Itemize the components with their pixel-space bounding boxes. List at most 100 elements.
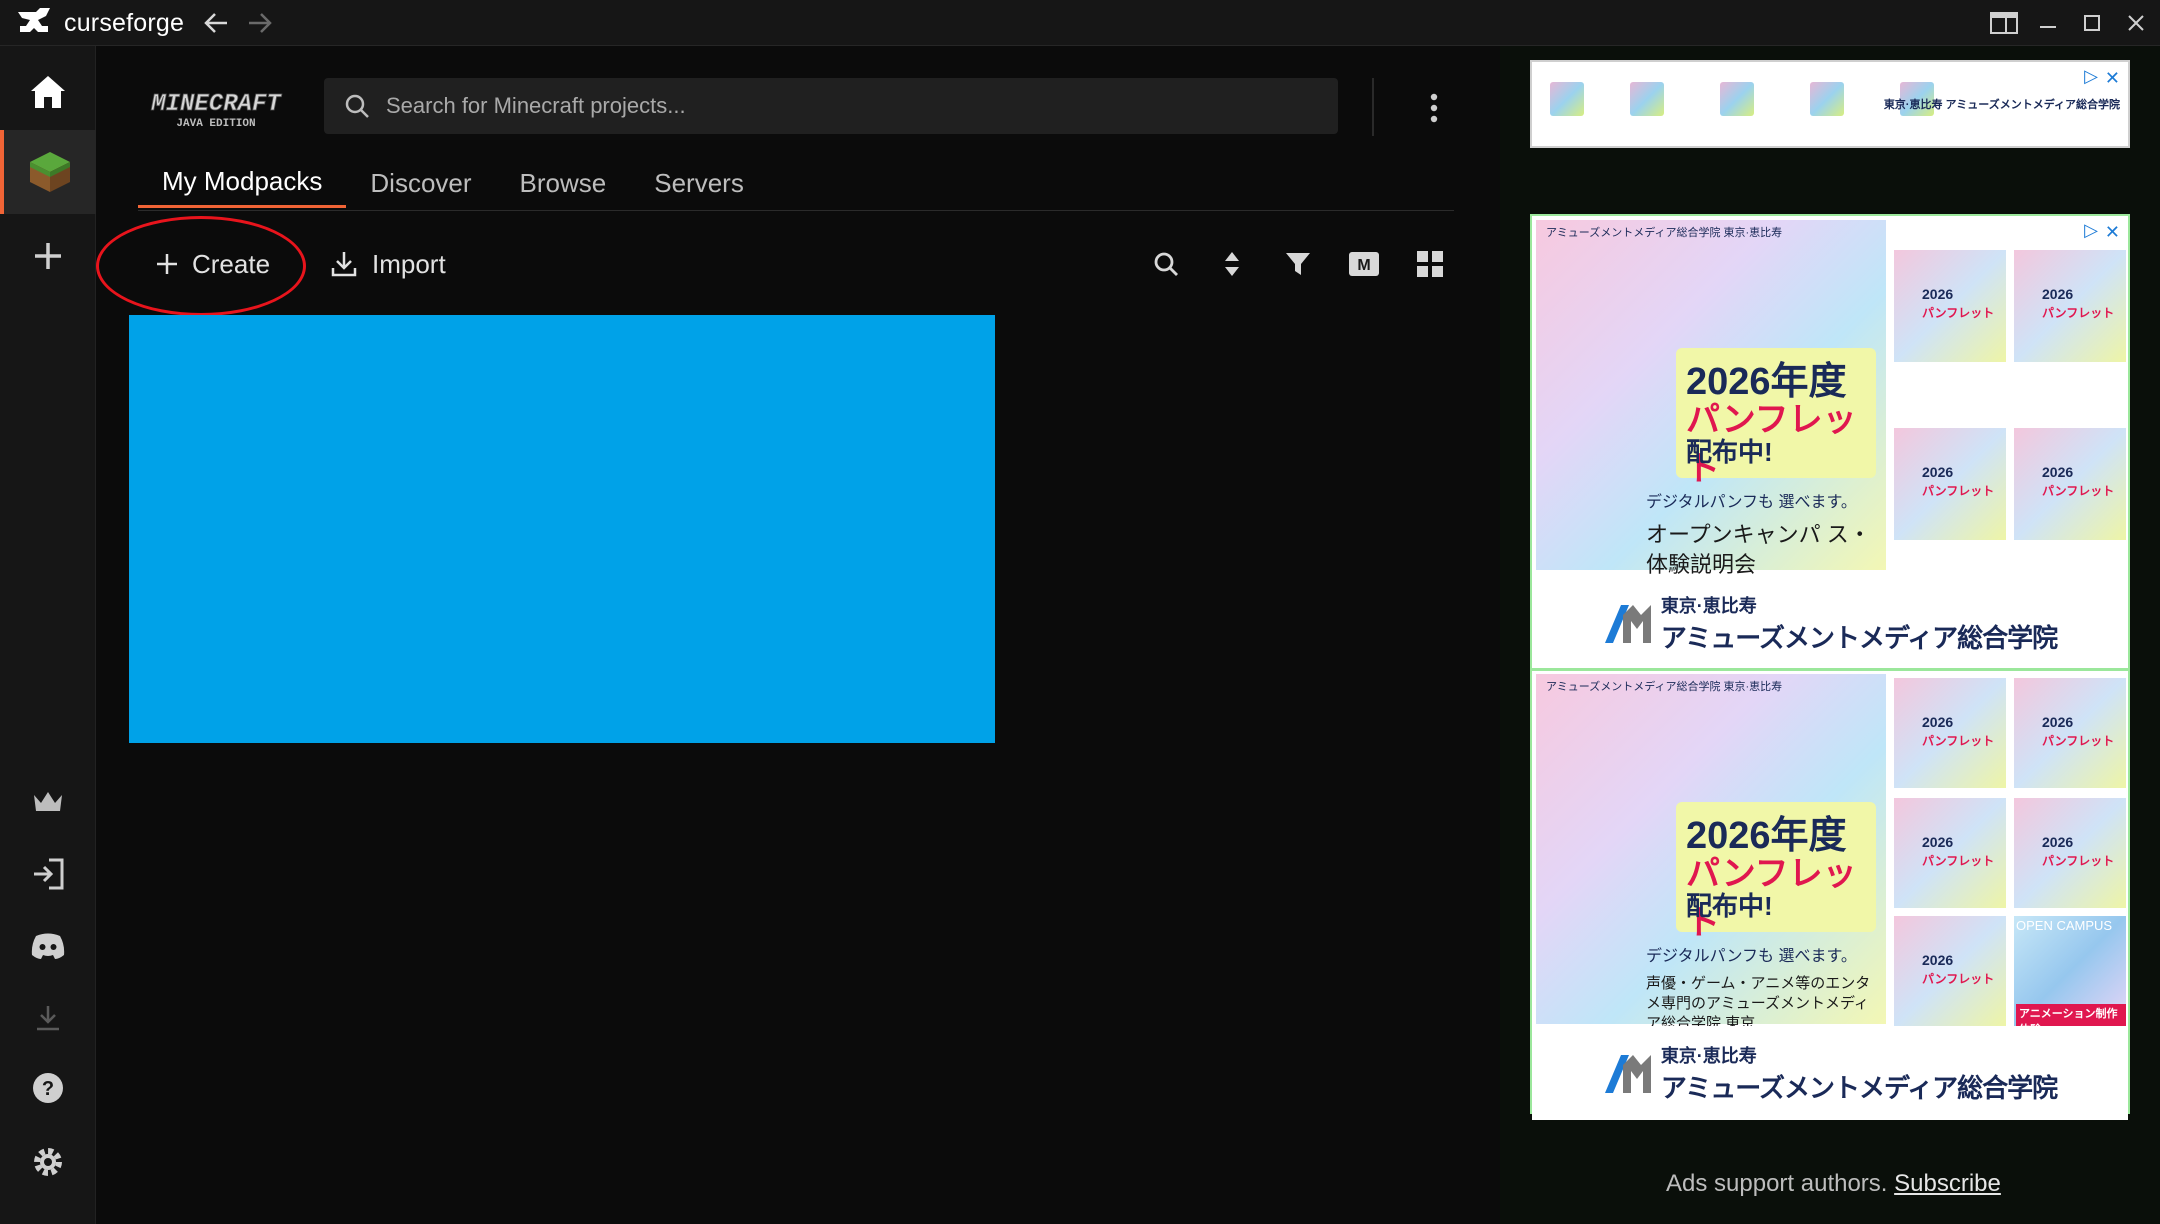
filter-button[interactable] <box>1276 242 1320 286</box>
minecraft-java-logo: MINECRAFT JAVA EDITION <box>150 91 283 130</box>
ad-separator <box>1532 668 2128 671</box>
ad-caption: オープンキャンパ ス・体験説明会 <box>1646 522 1871 577</box>
minecraft-logo-text: MINECRAFT <box>150 91 282 118</box>
view-size-button[interactable]: M <box>1342 242 1386 286</box>
more-options-button[interactable] <box>1414 86 1454 130</box>
create-button[interactable]: Create <box>156 242 270 286</box>
ad-footer: 東京·恵比寿アミューズメントメディア総合学院 <box>1532 576 2128 670</box>
view-size-icon: M <box>1349 252 1379 276</box>
mini-pamphlet: パンフレット <box>1922 734 1995 748</box>
ad-close-icon[interactable]: ✕ <box>2105 222 2120 243</box>
ad-thumbnail <box>1550 82 1584 116</box>
layout-icon <box>1990 12 2018 34</box>
back-button[interactable] <box>196 6 236 40</box>
ad-distribution: 配布中! <box>1686 891 1773 921</box>
search-input[interactable] <box>386 93 1286 119</box>
search-icon <box>1154 252 1178 276</box>
app-title: curseforge <box>64 8 185 37</box>
sidebar-item-add-game[interactable] <box>0 214 96 298</box>
mini-pamphlet: パンフレット <box>1922 484 1995 498</box>
ad-mini-image: 2026 パンフレット <box>1894 678 2006 788</box>
mini-pamphlet: パンフレット <box>1922 972 1995 986</box>
svg-text:?: ? <box>42 1078 54 1100</box>
close-window-button[interactable] <box>2114 6 2158 40</box>
redacted-modpack-area <box>129 315 995 743</box>
ad-footer: 東京·恵比寿 アミューズメントメディア総合学院 <box>1532 1026 2128 1120</box>
import-label: Import <box>372 248 446 279</box>
ad-thumbnail <box>1810 82 1844 116</box>
main-panel: MINECRAFT JAVA EDITION My Modpacks Disco… <box>96 46 1500 1224</box>
maximize-icon <box>2084 15 2100 31</box>
ad-open-campus-image: OPEN CAMPUSアニメーション制作体験 <box>2014 916 2126 1038</box>
ad-hero-image: アミューズメントメディア総合学院 東京·恵比寿 2026年度 パンフレット 配布… <box>1536 220 1886 577</box>
ad-mini-image: 2026 パンフレット <box>1894 428 2006 540</box>
ad-digital-note: デジタルパンフも 選べます。 <box>1646 494 1857 511</box>
search-modpacks-button[interactable] <box>1144 242 1188 286</box>
settings-icon <box>34 1148 62 1176</box>
tab-discover[interactable]: Discover <box>346 158 495 208</box>
ad-sponsor-text: 東京·恵比寿 アミューズメントメディア総合学院 <box>1883 99 2120 111</box>
ad-distribution: 配布中! <box>1686 437 1773 467</box>
minimize-icon <box>2040 26 2056 28</box>
sort-icon <box>1225 252 1239 276</box>
grid-view-button[interactable] <box>1408 242 1452 286</box>
tabs-divider <box>138 210 1454 211</box>
ad-mini-image: 2026 パンフレット <box>1894 250 2006 362</box>
ad-banner-large[interactable]: ▷ ✕ アミューズメントメディア総合学院 東京·恵比寿 2026年度 パンフレッ… <box>1530 214 2130 1120</box>
curseforge-logo-icon <box>18 8 50 32</box>
mini-year: 2026 <box>1922 714 1954 730</box>
forward-button[interactable] <box>240 6 280 40</box>
sidebar-item-home[interactable] <box>0 50 96 134</box>
add-icon <box>35 243 61 269</box>
tab-servers[interactable]: Servers <box>630 158 768 208</box>
minimize-button[interactable] <box>2026 6 2070 40</box>
mini-pamphlet: パンフレット <box>2042 306 2115 320</box>
ad-footer-line2: アミューズメントメディア総合学院 <box>1660 622 2058 653</box>
mini-pamphlet: パンフレット <box>2042 484 2115 498</box>
subscribe-link[interactable]: Subscribe <box>1894 1170 2001 1197</box>
mini-year: 2026 <box>2042 286 2074 302</box>
ad-mini-image: 2026 パンフレット <box>2014 250 2126 362</box>
ads-support-text: Ads support authors. <box>1666 1170 1888 1197</box>
ad-close-icon[interactable]: ✕ <box>2105 68 2120 89</box>
amg-logo-icon <box>1604 1055 1651 1093</box>
ad-banner-top[interactable]: 東京·恵比寿 アミューズメントメディア総合学院 ▷ ✕ <box>1530 60 2130 148</box>
mini-year: 2026 <box>1922 834 1954 850</box>
mini-pamphlet: パンフレット <box>1922 306 1995 320</box>
app-brand: curseforge <box>16 6 184 40</box>
maximize-button[interactable] <box>2070 6 2114 40</box>
sidebar-item-settings[interactable] <box>0 1120 96 1204</box>
search-icon <box>345 94 369 118</box>
plus-icon <box>157 254 177 274</box>
login-icon <box>34 858 64 890</box>
search-bar <box>324 78 1338 134</box>
home-icon <box>31 76 65 108</box>
sidebar-item-minecraft[interactable] <box>0 130 96 214</box>
tab-my-modpacks[interactable]: My Modpacks <box>138 158 347 208</box>
discord-icon <box>31 933 65 959</box>
mini-year: 2026 <box>1922 952 1954 968</box>
import-button[interactable]: Import <box>330 242 446 286</box>
sidebar-item-help[interactable]: ? <box>0 1046 96 1130</box>
mini-pamphlet: パンフレット <box>1922 854 1995 868</box>
tab-browse[interactable]: Browse <box>496 158 631 208</box>
mini-year: 2026 <box>1922 286 1954 302</box>
arrow-right-icon <box>249 13 272 33</box>
ad-school-name: アミューズメントメディア総合学院 東京·恵比寿 <box>1546 227 1783 239</box>
minecraft-icon <box>30 152 70 192</box>
ad-mini-image: 2026 パンフレット <box>1894 798 2006 908</box>
layout-button[interactable] <box>1982 6 2026 40</box>
ad-mini-image: 2026 パンフレット <box>2014 428 2126 540</box>
ad-sidebar: 東京·恵比寿 アミューズメントメディア総合学院 ▷ ✕ ▷ ✕ アミューズメント… <box>1500 46 2160 1224</box>
java-edition-text: JAVA EDITION <box>176 118 255 130</box>
ad-mini-image: 2026 パンフレット <box>1894 916 2006 1026</box>
ad-footer-line1: 東京·恵比寿 <box>1660 595 1757 616</box>
mini-year: 2026 <box>2042 834 2074 850</box>
ad-caption: 声優・ゲーム・アニメ等のエンタ メ専門のアミューズメントメディ ア総合学院 東京 <box>1646 975 1871 1032</box>
ad-choices-icon[interactable]: ▷ <box>2084 220 2098 241</box>
campus-title: OPEN CAMPUS <box>2016 918 2113 933</box>
ad-choices-icon[interactable]: ▷ <box>2084 66 2098 87</box>
sort-button[interactable] <box>1210 242 1254 286</box>
arrow-left-icon <box>204 13 227 33</box>
import-icon <box>331 252 357 277</box>
